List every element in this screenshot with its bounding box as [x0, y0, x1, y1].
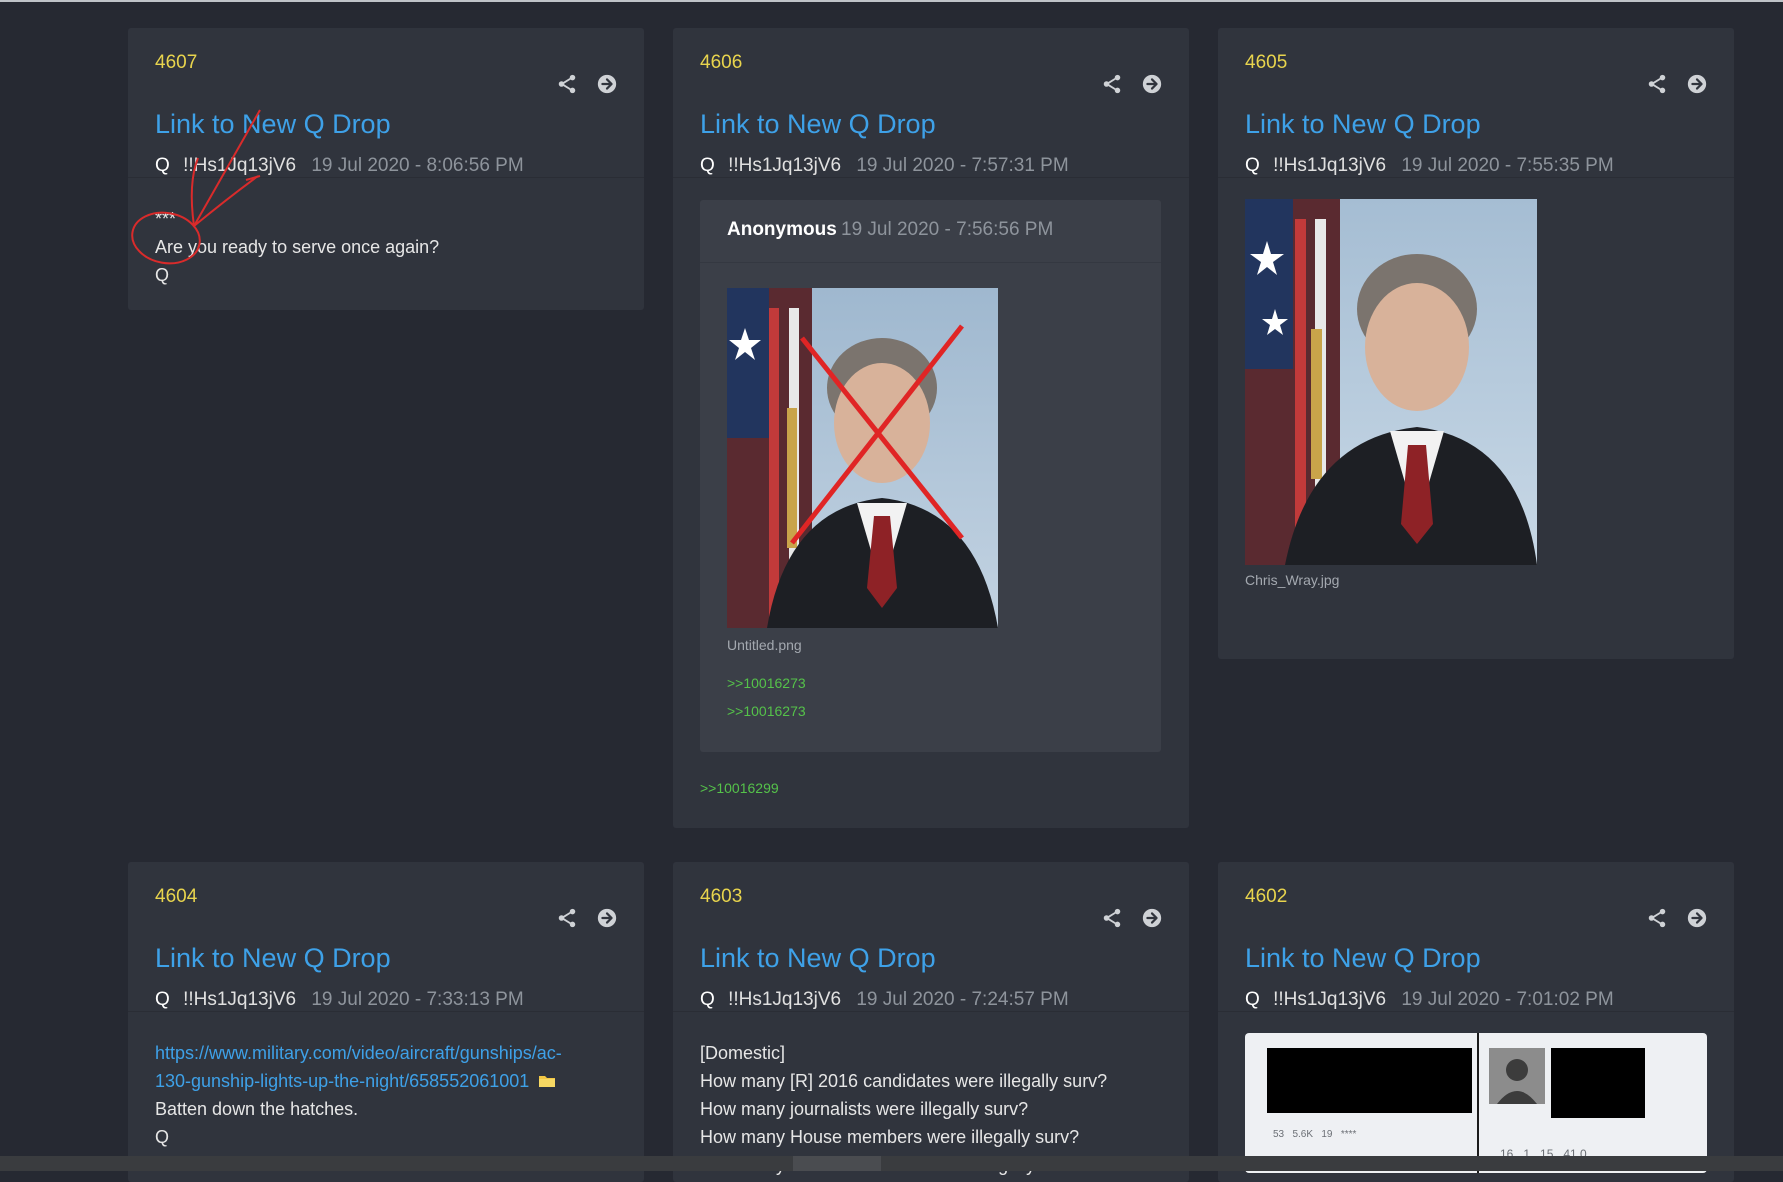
drop-title-link[interactable]: Link to New Q Drop — [700, 108, 936, 140]
drop-number[interactable]: 4603 — [700, 886, 742, 908]
author-name: Q — [1245, 989, 1260, 1010]
tripcode: !!Hs1Jq13jV6 — [1273, 989, 1387, 1010]
drop-title-link[interactable]: Link to New Q Drop — [700, 942, 936, 974]
reply-author: Anonymous — [727, 219, 837, 240]
portrait-image — [1245, 199, 1537, 565]
drop-title-link[interactable]: Link to New Q Drop — [1245, 108, 1481, 140]
card-actions — [1646, 907, 1708, 929]
folder-icon[interactable] — [538, 1074, 556, 1088]
drop-meta: Q !!Hs1Jq13jV6 19 Jul 2020 - 7:24:57 PM — [700, 989, 1069, 1011]
drop-number[interactable]: 4604 — [155, 886, 197, 908]
card-header: 4603 Link to New Q Drop Q !!Hs1Jq13jV6 1… — [673, 862, 1189, 1012]
author-name: Q — [700, 989, 715, 1010]
drop-card-4606: 4606 Link to New Q Drop Q !!Hs1Jq13jV6 1… — [673, 28, 1189, 828]
drop-meta: Q !!Hs1Jq13jV6 19 Jul 2020 - 7:55:35 PM — [1245, 155, 1614, 177]
drop-image[interactable] — [1245, 199, 1537, 565]
avatar — [1489, 1048, 1545, 1104]
share-icon[interactable] — [556, 907, 578, 929]
tripcode: !!Hs1Jq13jV6 — [183, 989, 297, 1010]
redacted-block — [1551, 1048, 1645, 1118]
post-reference-link[interactable]: >>10016273 — [727, 674, 806, 692]
card-actions — [1101, 73, 1163, 95]
drop-card-4607: 4607 Link to New Q Drop Q !!Hs1Jq13jV6 1… — [128, 28, 644, 310]
reply-header: Anonymous 19 Jul 2020 - 7:56:56 PM — [700, 200, 1161, 263]
image-filename[interactable]: Chris_Wray.jpg — [1245, 572, 1339, 588]
arrow-right-circle-icon[interactable] — [596, 907, 618, 929]
card-actions — [1101, 907, 1163, 929]
drop-card-4605: 4605 Link to New Q Drop Q !!Hs1Jq13jV6 1… — [1218, 28, 1734, 659]
share-icon[interactable] — [1646, 907, 1668, 929]
post-date: 19 Jul 2020 - 7:24:57 PM — [856, 989, 1069, 1010]
drop-card-4602: 4602 Link to New Q Drop Q !!Hs1Jq13jV6 1… — [1218, 862, 1734, 1182]
reply-image[interactable] — [727, 288, 998, 628]
window-top-strip — [0, 0, 1783, 2]
drop-number[interactable]: 4607 — [155, 52, 197, 74]
arrow-right-circle-icon[interactable] — [1686, 73, 1708, 95]
drop-card-4604: 4604 Link to New Q Drop Q !!Hs1Jq13jV6 1… — [128, 862, 644, 1182]
card-header: 4604 Link to New Q Drop Q !!Hs1Jq13jV6 1… — [128, 862, 644, 1012]
arrow-right-circle-icon[interactable] — [596, 73, 618, 95]
card-header: 4602 Link to New Q Drop Q !!Hs1Jq13jV6 1… — [1218, 862, 1734, 1012]
tweet-screenshot-image[interactable]: 53 5.6K 19 **** 16 1 15 41.0 — [1245, 1033, 1707, 1173]
share-icon[interactable] — [556, 73, 578, 95]
post-date: 19 Jul 2020 - 7:55:35 PM — [1401, 155, 1614, 176]
share-icon[interactable] — [1101, 907, 1123, 929]
author-name: Q — [700, 155, 715, 176]
tripcode: !!Hs1Jq13jV6 — [1273, 155, 1387, 176]
tripcode: !!Hs1Jq13jV6 — [728, 155, 842, 176]
arrow-right-circle-icon[interactable] — [1141, 907, 1163, 929]
body-line: How many House members were illegally su… — [700, 1127, 1080, 1147]
post-reference-link[interactable]: >>10016273 — [727, 702, 806, 720]
image-filename[interactable]: Untitled.png — [727, 637, 802, 653]
arrow-right-circle-icon[interactable] — [1686, 907, 1708, 929]
quoted-reply: Anonymous 19 Jul 2020 - 7:56:56 PM Untit… — [700, 200, 1161, 752]
drop-title-link[interactable]: Link to New Q Drop — [155, 942, 391, 974]
person-icon — [1497, 1059, 1537, 1104]
drop-meta: Q !!Hs1Jq13jV6 19 Jul 2020 - 7:01:02 PM — [1245, 989, 1614, 1011]
author-name: Q — [155, 989, 170, 1010]
taskbar — [0, 1156, 1783, 1171]
body-line: [Domestic] — [700, 1043, 786, 1063]
reply-date: 19 Jul 2020 - 7:56:56 PM — [841, 219, 1054, 240]
card-header: 4606 Link to New Q Drop Q !!Hs1Jq13jV6 1… — [673, 28, 1189, 178]
drop-number[interactable]: 4602 — [1245, 886, 1287, 908]
drop-title-link[interactable]: Link to New Q Drop — [1245, 942, 1481, 974]
card-actions — [556, 907, 618, 929]
author-name: Q — [1245, 155, 1260, 176]
external-link-line[interactable]: 01 — [509, 1071, 529, 1091]
card-actions — [556, 73, 618, 95]
taskbar-item[interactable] — [793, 1156, 881, 1171]
external-link-line[interactable]: 130-gunship-lights-up-the-night/65855206… — [155, 1071, 509, 1091]
card-actions — [1646, 73, 1708, 95]
arrow-right-circle-icon[interactable] — [1141, 73, 1163, 95]
redacted-block — [1267, 1048, 1472, 1113]
red-annotation-arrow — [131, 109, 261, 265]
post-date: 19 Jul 2020 - 8:06:56 PM — [311, 155, 524, 176]
post-date: 19 Jul 2020 - 7:33:13 PM — [311, 989, 524, 1010]
external-link[interactable]: https://www.military.com/video/aircraft/… — [155, 1039, 617, 1095]
card-header: 4605 Link to New Q Drop Q !!Hs1Jq13jV6 1… — [1218, 28, 1734, 178]
drop-number[interactable]: 4606 — [700, 52, 742, 74]
drop-meta: Q !!Hs1Jq13jV6 19 Jul 2020 - 7:33:13 PM — [155, 989, 524, 1011]
external-link-line[interactable]: https://www.military.com/video/aircraft/… — [155, 1043, 562, 1063]
body-line: How many [R] 2016 candidates were illega… — [700, 1071, 1108, 1091]
screenshot-divider — [1477, 1033, 1479, 1173]
share-icon[interactable] — [1101, 73, 1123, 95]
share-icon[interactable] — [1646, 73, 1668, 95]
drop-meta: Q !!Hs1Jq13jV6 19 Jul 2020 - 7:57:31 PM — [700, 155, 1069, 177]
body-line: Batten down the hatches. — [155, 1099, 359, 1119]
drop-card-4603: 4603 Link to New Q Drop Q !!Hs1Jq13jV6 1… — [673, 862, 1189, 1182]
card-body: https://www.military.com/video/aircraft/… — [128, 1012, 644, 1151]
tweet-stats: 53 5.6K 19 **** — [1273, 1129, 1357, 1140]
post-reference-link[interactable]: >>10016299 — [700, 779, 779, 797]
body-line: How many journalists were illegally surv… — [700, 1099, 1029, 1119]
tripcode: !!Hs1Jq13jV6 — [728, 989, 842, 1010]
post-date: 19 Jul 2020 - 7:57:31 PM — [856, 155, 1069, 176]
post-date: 19 Jul 2020 - 7:01:02 PM — [1401, 989, 1614, 1010]
card-body: [Domestic] How many [R] 2016 candidates … — [673, 1012, 1189, 1179]
drop-number[interactable]: 4605 — [1245, 52, 1287, 74]
portrait-image — [727, 288, 998, 628]
body-line: Q — [155, 1127, 170, 1147]
